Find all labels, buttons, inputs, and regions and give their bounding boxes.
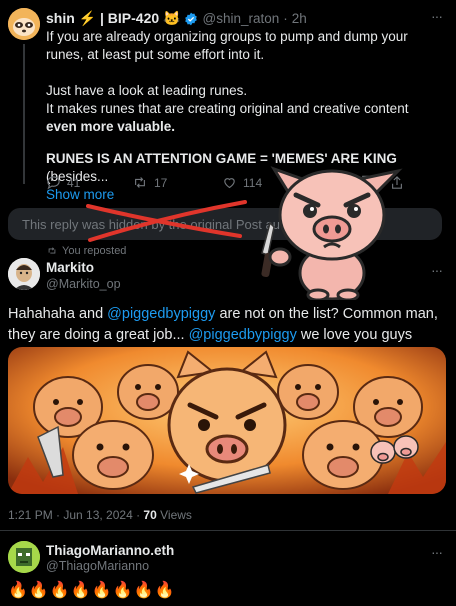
tweet2-views-label: Views: [156, 508, 192, 522]
tweet2-handle[interactable]: @Markito_op: [46, 277, 121, 291]
tweet1-separator: ·: [283, 11, 288, 26]
tweet1-more-icon[interactable]: ···: [431, 8, 443, 24]
raccoon-avatar-icon: [8, 8, 40, 40]
repost-icon: [135, 177, 145, 188]
repost-small-icon: [48, 247, 56, 254]
tweet2-more-icon[interactable]: ···: [431, 262, 443, 278]
avatar-shin[interactable]: [8, 8, 40, 40]
angry-pigs-army-image: [8, 347, 446, 494]
repost-count: 17: [154, 175, 168, 190]
tweet3-body: 🔥🔥🔥🔥🔥🔥🔥🔥: [8, 582, 176, 599]
tweet2-display-name[interactable]: Markito: [46, 260, 94, 275]
tweet1-header: shin ⚡ | BIP-420 🐱 @shin_raton · 2h: [46, 10, 307, 27]
red-cross-out-icon: [86, 200, 247, 242]
tweet2-views-count: 70: [143, 508, 157, 522]
thiago-avatar-icon: [8, 541, 40, 573]
reposted-label: You reposted: [46, 246, 126, 256]
reply-icon: [47, 176, 60, 190]
thread-connector: [23, 44, 25, 184]
tweet2-meta: 1:21 PM · Jun 13, 2024 · 70 Views: [8, 508, 192, 522]
tweet2-media-image[interactable]: [8, 347, 446, 494]
tweet2-body: Hahahaha and @piggedbypiggy are not on t…: [8, 304, 448, 346]
tweet1-line1: If you are already organizing groups to …: [46, 29, 408, 62]
tweet1-line3-prefix: It makes runes that are creating origina…: [46, 101, 409, 116]
reply-button[interactable]: 41: [46, 175, 80, 190]
avatar-thiago[interactable]: [8, 541, 40, 573]
heart-icon: [224, 178, 235, 189]
tweet1-age[interactable]: 2h: [292, 11, 307, 26]
markito-avatar-icon: [8, 258, 40, 290]
tweet1-line3: It makes runes that are creating origina…: [46, 100, 442, 136]
tweet3-display-name[interactable]: ThiagoMarianno.eth: [46, 543, 174, 558]
tweet3-more-icon[interactable]: ···: [431, 544, 443, 560]
repost-button[interactable]: 17: [132, 175, 167, 190]
tweet2-timestamp[interactable]: 1:21 PM · Jun 13, 2024 ·: [8, 508, 143, 522]
reply-count: 41: [67, 175, 81, 190]
tweet2-text-a: Hahahaha and: [8, 306, 108, 322]
divider: [0, 530, 456, 531]
tweet2-text-c: we love you guys: [296, 327, 413, 343]
verified-badge-icon: [185, 12, 198, 25]
angry-pig-knife-sticker: [261, 166, 403, 300]
tweet1-display-name[interactable]: shin ⚡ | BIP-420 🐱: [46, 10, 180, 27]
reposted-text: You reposted: [62, 246, 127, 256]
tweet1-line2: Just have a look at leading runes.: [46, 83, 248, 98]
mention-link-2[interactable]: @piggedbypiggy: [189, 327, 297, 343]
tweet1-line4-bold: RUNES IS AN ATTENTION GAME = 'MEMES' ARE…: [46, 151, 397, 166]
tweet3-handle[interactable]: @ThiagoMarianno: [46, 559, 149, 573]
mention-link-1[interactable]: @piggedbypiggy: [107, 306, 215, 322]
avatar-markito[interactable]: [8, 258, 40, 290]
tweet1-handle[interactable]: @shin_raton: [202, 11, 279, 26]
tweet1-line3-bold: even more valuable.: [46, 119, 176, 134]
